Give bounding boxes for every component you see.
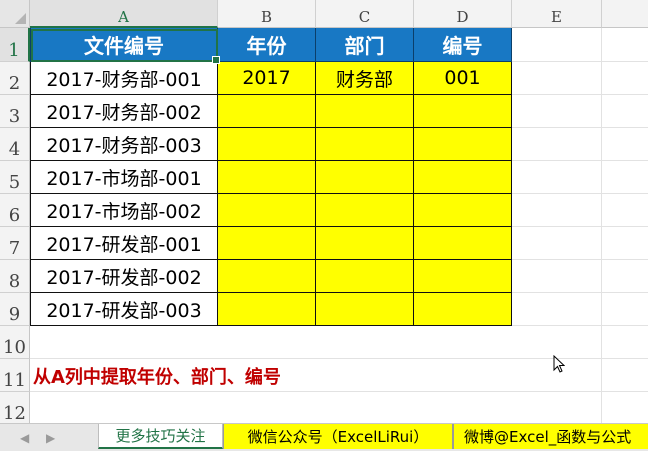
file-id-cell[interactable]: 2017-研发部-002 bbox=[30, 260, 218, 293]
row-header-1[interactable]: 1 bbox=[0, 28, 30, 62]
triangle-left-icon[interactable]: ◀ bbox=[20, 431, 29, 445]
instruction-note[interactable]: 从A列中提取年份、部门、编号 bbox=[33, 363, 281, 389]
header-cell-file-id[interactable]: 文件编号 bbox=[30, 28, 218, 62]
row-header-12[interactable]: 12 bbox=[0, 392, 30, 423]
number-cell[interactable] bbox=[414, 128, 512, 161]
column-header-b[interactable]: B bbox=[218, 0, 316, 28]
row-header-3[interactable]: 3 bbox=[0, 95, 30, 128]
department-cell[interactable] bbox=[316, 194, 414, 227]
year-cell[interactable] bbox=[218, 161, 316, 194]
file-id-cell[interactable]: 2017-财务部-002 bbox=[30, 95, 218, 128]
file-id-cell[interactable]: 2017-研发部-001 bbox=[30, 227, 218, 260]
column-header-f[interactable] bbox=[602, 0, 648, 28]
sheet-tab-more-tips[interactable]: 更多技巧关注 bbox=[98, 424, 223, 449]
number-cell[interactable] bbox=[414, 95, 512, 128]
header-cell-department[interactable]: 部门 bbox=[316, 28, 414, 62]
department-cell[interactable] bbox=[316, 95, 414, 128]
column-header-c[interactable]: C bbox=[316, 0, 414, 28]
header-cell-number[interactable]: 编号 bbox=[414, 28, 512, 62]
row-header-8[interactable]: 8 bbox=[0, 260, 30, 293]
gridline bbox=[512, 127, 648, 128]
gridline bbox=[512, 94, 648, 95]
year-cell[interactable] bbox=[218, 293, 316, 326]
row-header-11[interactable]: 11 bbox=[0, 359, 30, 392]
gridline bbox=[512, 61, 648, 62]
gridline bbox=[512, 193, 648, 194]
file-id-cell[interactable]: 2017-研发部-003 bbox=[30, 293, 218, 326]
row-header-5[interactable]: 5 bbox=[0, 161, 30, 194]
sheet-tab-bar: ◀ ▶ 更多技巧关注 微信公众号（ExcelLiRui） 微博@Excel_函数… bbox=[0, 423, 648, 451]
number-cell[interactable] bbox=[414, 161, 512, 194]
row-header-9[interactable]: 9 bbox=[0, 293, 30, 326]
row-header-10[interactable]: 10 bbox=[0, 326, 30, 359]
triangle-right-icon[interactable]: ▶ bbox=[46, 431, 55, 445]
gridline bbox=[512, 160, 648, 161]
mouse-pointer-icon bbox=[553, 355, 565, 373]
department-cell[interactable] bbox=[316, 161, 414, 194]
row-header-2[interactable]: 2 bbox=[0, 62, 30, 95]
number-cell[interactable] bbox=[414, 194, 512, 227]
department-cell[interactable]: 财务部 bbox=[316, 62, 414, 95]
gridline bbox=[512, 226, 648, 227]
gridline bbox=[512, 325, 648, 326]
column-header-a[interactable]: A bbox=[30, 0, 218, 28]
sheet-tab-wechat[interactable]: 微信公众号（ExcelLiRui） bbox=[223, 424, 453, 449]
department-cell[interactable] bbox=[316, 293, 414, 326]
number-cell[interactable] bbox=[414, 293, 512, 326]
header-cell-year[interactable]: 年份 bbox=[218, 28, 316, 62]
year-cell[interactable] bbox=[218, 194, 316, 227]
row-header-6[interactable]: 6 bbox=[0, 194, 30, 227]
row-header-7[interactable]: 7 bbox=[0, 227, 30, 260]
number-cell[interactable] bbox=[414, 260, 512, 293]
file-id-cell[interactable]: 2017-财务部-001 bbox=[30, 62, 218, 95]
year-cell[interactable]: 2017 bbox=[218, 62, 316, 95]
file-id-cell[interactable]: 2017-市场部-002 bbox=[30, 194, 218, 227]
year-cell[interactable] bbox=[218, 128, 316, 161]
row-header-4[interactable]: 4 bbox=[0, 128, 30, 161]
file-id-cell[interactable]: 2017-财务部-003 bbox=[30, 128, 218, 161]
year-cell[interactable] bbox=[218, 227, 316, 260]
year-cell[interactable] bbox=[218, 95, 316, 128]
worksheet-grid[interactable]: A B C D E 1 2 3 4 5 6 7 8 9 10 11 12 文件编… bbox=[0, 0, 648, 423]
department-cell[interactable] bbox=[316, 260, 414, 293]
department-cell[interactable] bbox=[316, 128, 414, 161]
gridline bbox=[512, 292, 648, 293]
column-header-d[interactable]: D bbox=[414, 0, 512, 28]
column-header-e[interactable]: E bbox=[512, 0, 602, 28]
number-cell[interactable] bbox=[414, 227, 512, 260]
gridline bbox=[30, 391, 648, 392]
number-cell[interactable]: 001 bbox=[414, 62, 512, 95]
select-all-triangle-icon bbox=[15, 13, 26, 24]
sheet-tab-weibo[interactable]: 微博@Excel_函数与公式 bbox=[453, 424, 648, 449]
select-all-corner[interactable] bbox=[0, 0, 30, 28]
file-id-cell[interactable]: 2017-市场部-001 bbox=[30, 161, 218, 194]
gridline bbox=[512, 259, 648, 260]
department-cell[interactable] bbox=[316, 227, 414, 260]
year-cell[interactable] bbox=[218, 260, 316, 293]
